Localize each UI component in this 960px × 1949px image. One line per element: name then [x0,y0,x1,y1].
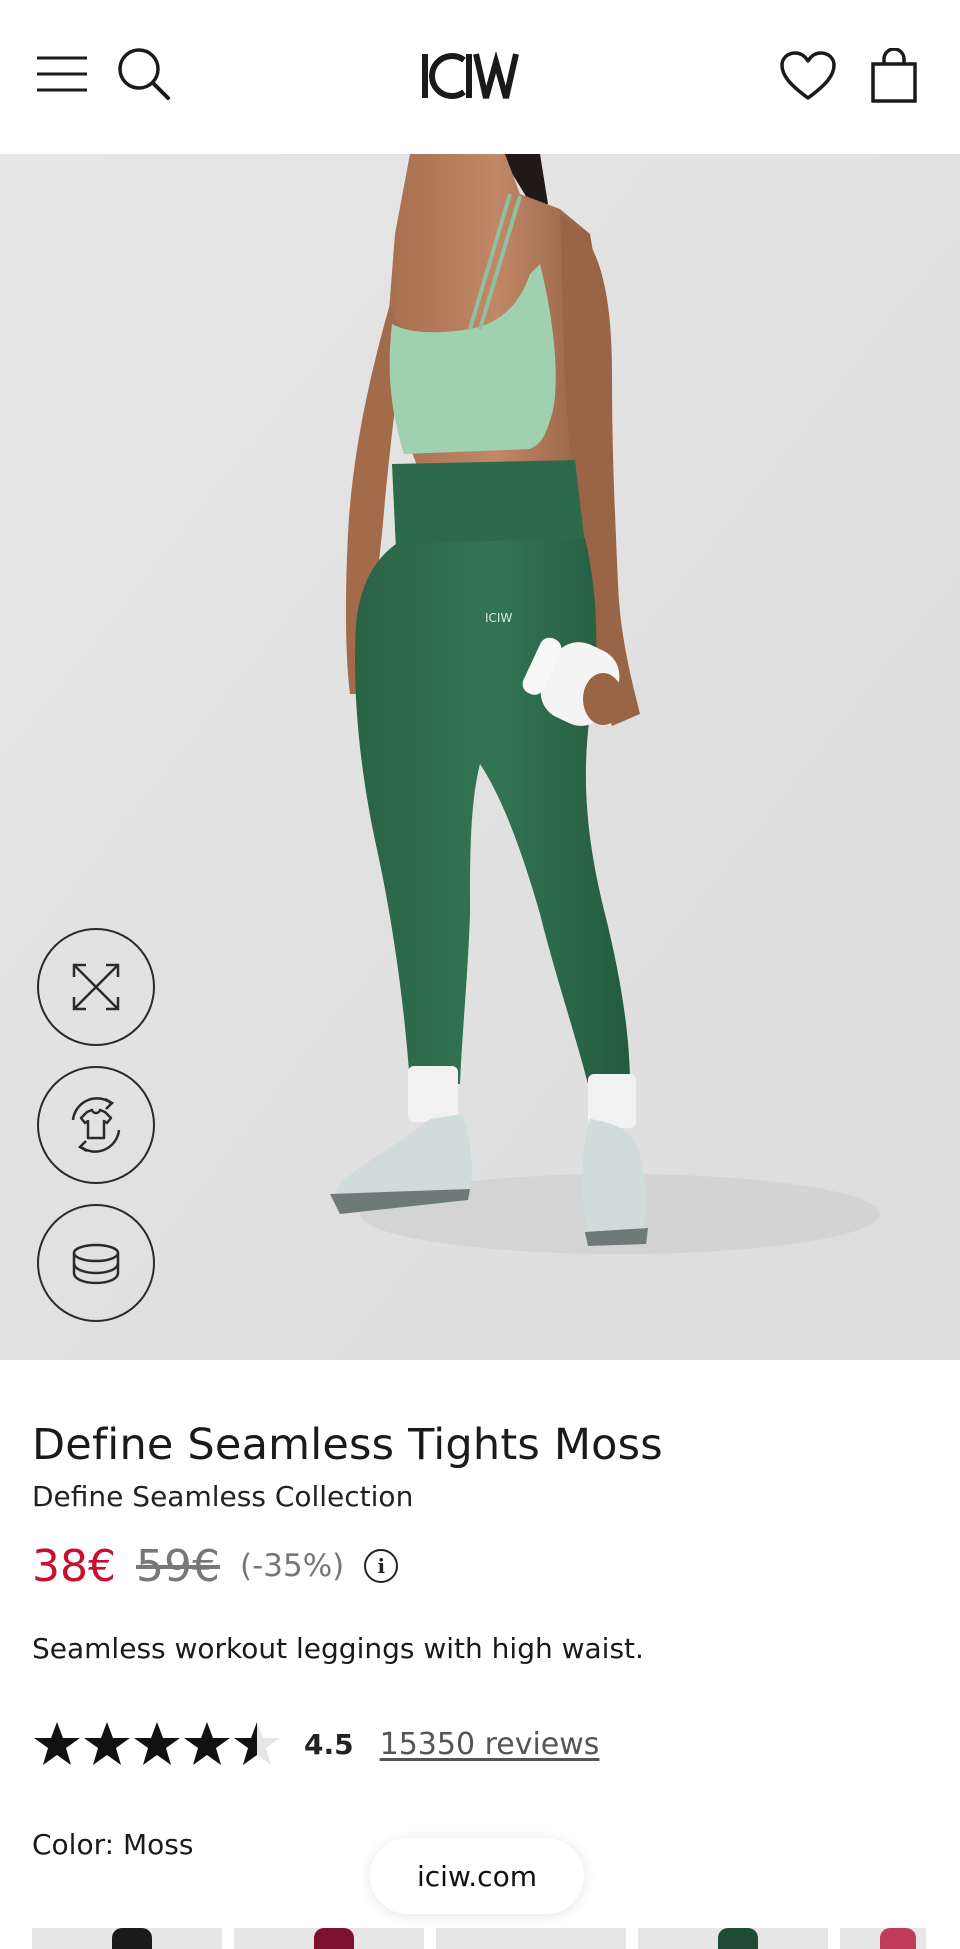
product-title: Define Seamless Tights Moss [32,1420,663,1470]
swatch-thumb [314,1928,354,1949]
original-price: 59€ [135,1540,220,1592]
product-description: Seamless workout leggings with high wais… [32,1632,644,1665]
reviews-link[interactable]: 15350 reviews [380,1727,600,1762]
color-swatch[interactable] [840,1928,926,1949]
price-info-icon[interactable]: i [364,1549,399,1583]
iciw-logo [422,52,519,99]
product-image[interactable]: ICIW [0,154,960,1360]
top-header [0,0,960,154]
half-star-icon [234,1722,280,1765]
color-label: Color: Moss [32,1828,194,1861]
expand-arrows-icon [72,963,120,1011]
price-row: 38€ 59€ (-35%) i [32,1538,399,1594]
svg-text:ICIW: ICIW [485,611,512,625]
color-swatch[interactable] [638,1928,828,1949]
star-icon [134,1722,180,1765]
color-swatch[interactable] [436,1928,626,1949]
discount-percent: (-35%) [239,1548,345,1584]
color-swatch[interactable] [234,1928,424,1949]
brand-logo[interactable] [400,40,560,112]
rating-value: 4.5 [304,1727,354,1761]
sale-price: 38€ [32,1540,116,1592]
tshirt-rotate-icon [71,1097,121,1153]
color-swatch[interactable] [32,1928,222,1949]
domain-pill[interactable]: iciw.com [370,1838,584,1914]
star-rating [32,1719,282,1769]
search-button[interactable] [112,44,176,104]
hamburger-menu-icon [37,56,87,92]
star-icon [184,1722,230,1765]
heart-icon [780,51,836,100]
shopping-bag-icon [871,48,917,103]
star-icon [34,1722,80,1765]
fit-view-button[interactable] [37,1066,155,1184]
shopping-bag-button[interactable] [858,40,930,112]
wishlist-button[interactable] [772,40,844,112]
material-view-button[interactable] [37,1204,155,1322]
swatch-thumb [112,1928,152,1949]
swatch-thumb [718,1928,758,1949]
collection-link[interactable]: Define Seamless Collection [32,1480,413,1513]
menu-button[interactable] [30,44,94,104]
swatch-thumb [880,1928,916,1949]
search-icon [118,48,170,100]
color-swatches [32,1928,960,1949]
rating-row[interactable]: 4.5 15350 reviews [32,1712,599,1776]
product-photo: ICIW [0,154,960,1360]
zoom-button[interactable] [37,928,155,1046]
star-icon [84,1722,130,1765]
fabric-layers-icon [72,1243,120,1285]
